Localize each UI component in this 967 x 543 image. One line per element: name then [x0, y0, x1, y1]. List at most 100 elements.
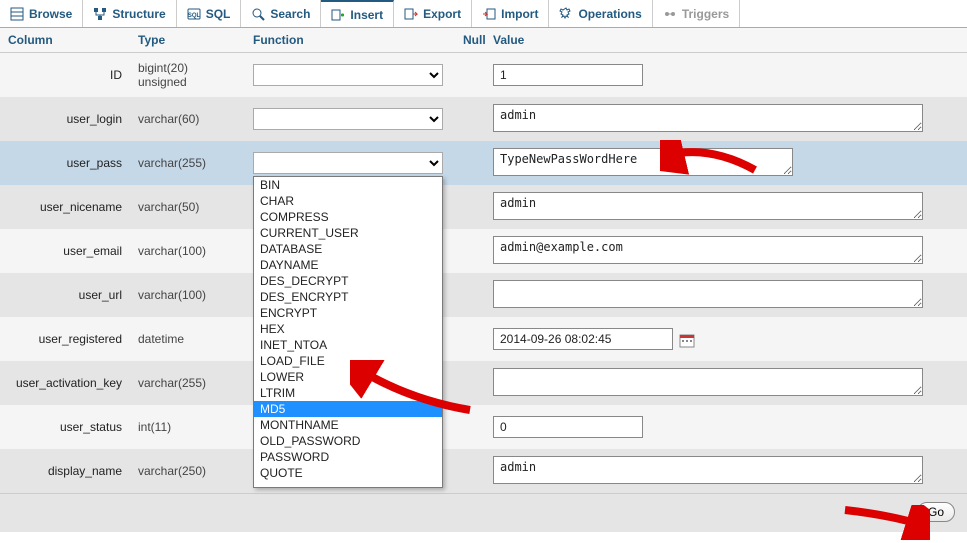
insert-icon — [331, 8, 345, 22]
tab-export[interactable]: Export — [394, 0, 472, 27]
function-select[interactable] — [253, 64, 443, 86]
column-type: varchar(250) — [130, 458, 245, 484]
form-rows: IDbigint(20) unsigneduser_loginvarchar(6… — [0, 53, 967, 493]
value-input[interactable]: admin — [493, 104, 923, 132]
value-cell — [485, 362, 967, 405]
dropdown-option[interactable]: COMPRESS — [254, 209, 442, 225]
column-type: varchar(100) — [130, 238, 245, 264]
tab-label: Search — [270, 7, 310, 21]
tab-bar: BrowseStructure SQL SQL Search Insert Export I… — [0, 0, 967, 28]
header-value: Value — [485, 28, 967, 52]
dropdown-option[interactable]: BIN — [254, 177, 442, 193]
function-select[interactable] — [253, 152, 443, 174]
column-name: display_name — [0, 458, 130, 484]
column-name: user_email — [0, 238, 130, 264]
null-cell — [455, 245, 485, 257]
value-cell: admin — [485, 450, 967, 493]
column-type: varchar(50) — [130, 194, 245, 220]
tab-sql[interactable]: SQL SQL — [177, 0, 242, 27]
tab-search[interactable]: Search — [241, 0, 321, 27]
row-ID: IDbigint(20) unsigned — [0, 53, 967, 97]
row-user_nicename: user_nicenamevarchar(50) admin — [0, 185, 967, 229]
dropdown-option[interactable]: DES_DECRYPT — [254, 273, 442, 289]
value-cell: admin — [485, 98, 967, 141]
null-cell — [455, 421, 485, 433]
column-type: varchar(255) — [130, 150, 245, 176]
row-display_name: display_namevarchar(250) admin — [0, 449, 967, 493]
null-cell — [455, 377, 485, 389]
dropdown-option[interactable]: QUOTE — [254, 465, 442, 481]
column-type: datetime — [130, 326, 245, 352]
column-name: user_nicename — [0, 194, 130, 220]
row-user_url: user_urlvarchar(100) — [0, 273, 967, 317]
null-cell — [455, 465, 485, 477]
function-cell — [245, 58, 455, 92]
dropdown-option[interactable]: PASSWORD — [254, 449, 442, 465]
value-cell — [485, 274, 967, 317]
dropdown-option[interactable]: OLD_PASSWORD — [254, 433, 442, 449]
sql-icon: SQL — [187, 7, 201, 21]
calendar-icon[interactable] — [679, 332, 695, 348]
dropdown-option[interactable]: DES_ENCRYPT — [254, 289, 442, 305]
value-input[interactable]: admin — [493, 192, 923, 220]
row-user_email: user_emailvarchar(100) admin@example.com — [0, 229, 967, 273]
column-type: int(11) — [130, 414, 245, 440]
dropdown-option[interactable]: ENCRYPT — [254, 305, 442, 321]
column-type: varchar(255) — [130, 370, 245, 396]
dropdown-option[interactable]: CHAR — [254, 193, 442, 209]
tab-label: Import — [501, 7, 538, 21]
value-input[interactable] — [493, 64, 643, 86]
dropdown-option[interactable]: INET_NTOA — [254, 337, 442, 353]
value-input[interactable]: TypeNewPassWordHere — [493, 148, 793, 176]
dropdown-option[interactable]: MONTHNAME — [254, 417, 442, 433]
row-user_status: user_statusint(11) — [0, 405, 967, 449]
operations-icon — [559, 7, 573, 21]
row-user_registered: user_registereddatetime — [0, 317, 967, 361]
dropdown-option[interactable]: LOWER — [254, 369, 442, 385]
value-input[interactable]: admin@example.com — [493, 236, 923, 264]
value-input[interactable]: admin — [493, 456, 923, 484]
value-cell — [485, 410, 967, 444]
value-cell: admin — [485, 186, 967, 229]
search-icon — [251, 7, 265, 21]
column-name: ID — [0, 62, 130, 88]
tab-import[interactable]: Import — [472, 0, 549, 27]
tab-label: SQL — [206, 7, 231, 21]
dropdown-option[interactable]: MD5 — [254, 401, 442, 417]
column-name: user_url — [0, 282, 130, 308]
column-type: bigint(20) unsigned — [130, 55, 245, 95]
value-input[interactable] — [493, 368, 923, 396]
tab-label: Triggers — [682, 7, 729, 21]
tab-label: Insert — [350, 8, 383, 22]
header-function: Function — [245, 28, 455, 52]
column-name: user_registered — [0, 326, 130, 352]
value-cell: TypeNewPassWordHere — [485, 142, 967, 185]
column-headers: Column Type Function Null Value — [0, 28, 967, 53]
function-dropdown-list[interactable]: BINCHARCOMPRESSCURRENT_USERDATABASEDAYNA… — [253, 176, 443, 488]
tab-operations[interactable]: Operations — [549, 0, 652, 27]
dropdown-option[interactable]: DATABASE — [254, 241, 442, 257]
dropdown-option[interactable]: LOAD_FILE — [254, 353, 442, 369]
dropdown-option[interactable]: DAYNAME — [254, 257, 442, 273]
tab-insert[interactable]: Insert — [321, 0, 394, 27]
dropdown-option[interactable]: CURRENT_USER — [254, 225, 442, 241]
value-cell — [485, 322, 967, 356]
function-cell — [245, 102, 455, 136]
tab-label: Export — [423, 7, 461, 21]
row-user_pass: user_passvarchar(255)BINCHARCOMPRESSCURR… — [0, 141, 967, 185]
column-name: user_pass — [0, 150, 130, 176]
tab-browse[interactable]: Browse — [0, 0, 83, 27]
go-button[interactable]: Go — [917, 502, 955, 522]
null-cell — [455, 157, 485, 169]
value-input[interactable] — [493, 280, 923, 308]
tab-structure[interactable]: Structure — [83, 0, 176, 27]
value-input[interactable] — [493, 416, 643, 438]
footer: Go — [0, 493, 967, 532]
dropdown-option[interactable]: HEX — [254, 321, 442, 337]
dropdown-option[interactable]: LTRIM — [254, 385, 442, 401]
svg-text:SQL: SQL — [188, 13, 201, 19]
function-select[interactable] — [253, 108, 443, 130]
value-input[interactable] — [493, 328, 673, 350]
null-cell — [455, 289, 485, 301]
null-cell — [455, 69, 485, 81]
